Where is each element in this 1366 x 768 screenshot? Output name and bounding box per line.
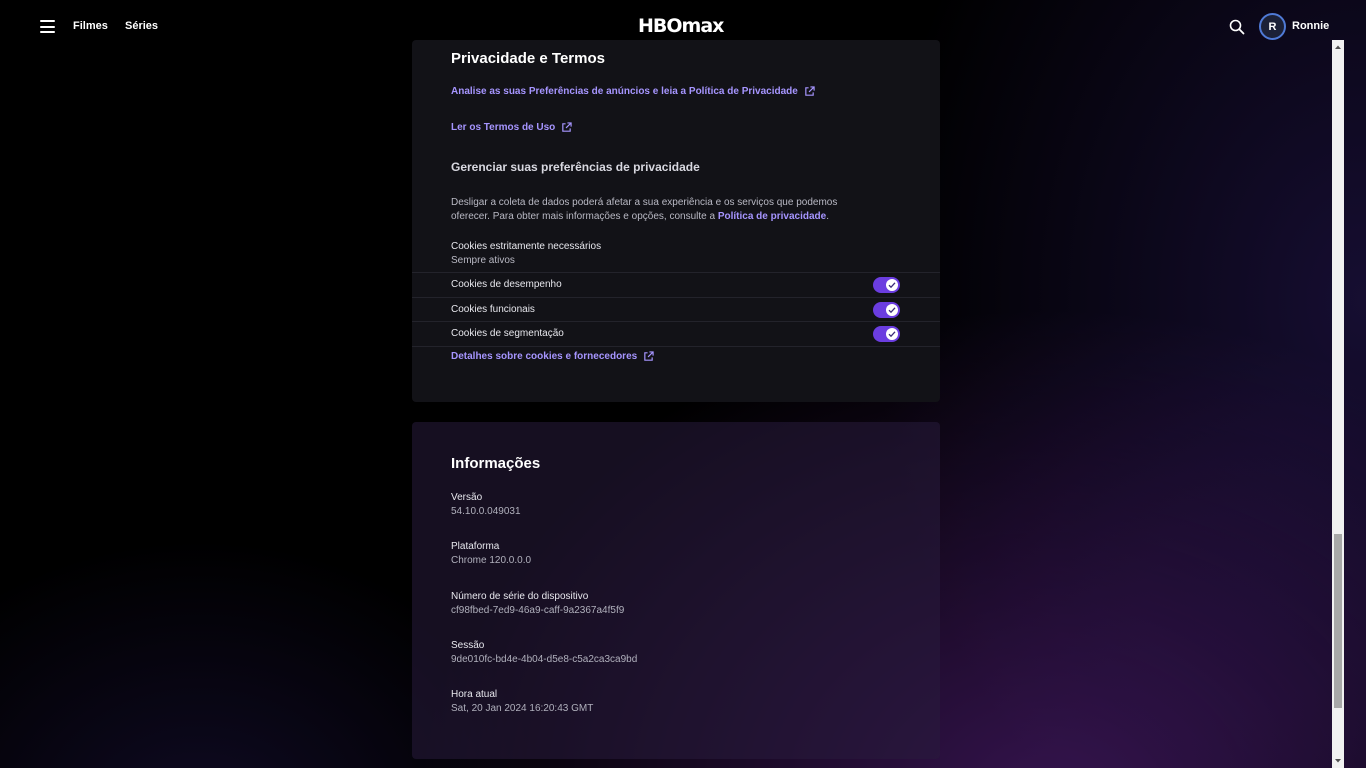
terms-of-use-link-label: Ler os Termos de Uso bbox=[451, 122, 556, 133]
targeting-cookies-toggle[interactable] bbox=[873, 326, 900, 342]
scroll-up-arrow-icon[interactable] bbox=[1332, 40, 1344, 54]
scrollbar-thumb[interactable] bbox=[1334, 534, 1342, 708]
strict-cookies-status: Sempre ativos bbox=[451, 255, 515, 266]
nav-films-link[interactable]: Filmes bbox=[73, 20, 108, 32]
privacy-card: Privacidade e Termos Analise as suas Pre… bbox=[412, 40, 940, 402]
profile-name[interactable]: Ronnie bbox=[1292, 20, 1329, 32]
cookie-row-functional: Cookies funcionais bbox=[412, 297, 940, 321]
svg-text:HBOmax: HBOmax bbox=[638, 15, 724, 36]
cookie-label: Cookies de segmentação bbox=[451, 328, 564, 339]
ad-preferences-link-label: Analise as suas Preferências de anúncios… bbox=[451, 86, 798, 97]
hbomax-logo[interactable]: HBOmax bbox=[638, 14, 728, 41]
info-card: Informações Versão 54.10.0.049031 Plataf… bbox=[412, 422, 940, 759]
current-time-label: Hora atual bbox=[451, 689, 498, 700]
strict-cookies-label: Cookies estritamente necessários bbox=[451, 241, 602, 252]
check-icon bbox=[886, 328, 898, 340]
privacy-title: Privacidade e Termos bbox=[451, 50, 605, 67]
manage-privacy-heading: Gerenciar suas preferências de privacida… bbox=[451, 160, 700, 174]
check-icon bbox=[886, 279, 898, 291]
search-icon[interactable] bbox=[1229, 19, 1245, 35]
privacy-description-end: . bbox=[826, 211, 829, 222]
page-scrollbar[interactable] bbox=[1332, 40, 1344, 768]
nav-series-link[interactable]: Séries bbox=[125, 20, 158, 32]
version-label: Versão bbox=[451, 492, 483, 503]
cookie-details-link-label: Detalhes sobre cookies e fornecedores bbox=[451, 351, 638, 362]
performance-cookies-toggle[interactable] bbox=[873, 277, 900, 293]
functional-cookies-toggle[interactable] bbox=[873, 302, 900, 318]
device-serial-label: Número de série do dispositivo bbox=[451, 591, 589, 602]
external-link-icon bbox=[644, 351, 654, 361]
cookie-divider bbox=[412, 346, 940, 347]
hbomax-logo-mark: HBOmax bbox=[638, 15, 725, 37]
session-value: 9de010fc-bd4e-4b04-d5e8-c5a2ca3ca9bd bbox=[451, 654, 638, 665]
cookie-row-performance: Cookies de desempenho bbox=[412, 272, 940, 296]
external-link-icon bbox=[805, 86, 815, 96]
scroll-down-arrow-icon[interactable] bbox=[1332, 754, 1344, 768]
cookie-label: Cookies funcionais bbox=[451, 304, 535, 315]
check-icon bbox=[886, 304, 898, 316]
privacy-description: Desligar a coleta de dados poderá afetar… bbox=[451, 196, 871, 224]
device-serial-value: cf98fbed-7ed9-46a9-caff-9a2367a4f5f9 bbox=[451, 605, 625, 616]
version-value: 54.10.0.049031 bbox=[451, 506, 521, 517]
hamburger-menu-icon[interactable] bbox=[40, 20, 55, 33]
external-link-icon bbox=[562, 122, 572, 132]
session-label: Sessão bbox=[451, 640, 485, 651]
info-title: Informações bbox=[451, 455, 541, 472]
terms-of-use-link[interactable]: Ler os Termos de Uso bbox=[451, 122, 572, 133]
platform-label: Plataforma bbox=[451, 541, 500, 552]
cookie-details-link[interactable]: Detalhes sobre cookies e fornecedores bbox=[451, 351, 654, 362]
avatar[interactable]: R bbox=[1259, 13, 1286, 40]
cookie-row-targeting: Cookies de segmentação bbox=[412, 321, 940, 345]
current-time-value: Sat, 20 Jan 2024 16:20:43 GMT bbox=[451, 703, 594, 714]
platform-value: Chrome 120.0.0.0 bbox=[451, 555, 532, 566]
cookie-label: Cookies de desempenho bbox=[451, 279, 562, 290]
privacy-policy-inline-link[interactable]: Política de privacidade bbox=[718, 211, 826, 222]
ad-preferences-link[interactable]: Analise as suas Preferências de anúncios… bbox=[451, 86, 815, 97]
